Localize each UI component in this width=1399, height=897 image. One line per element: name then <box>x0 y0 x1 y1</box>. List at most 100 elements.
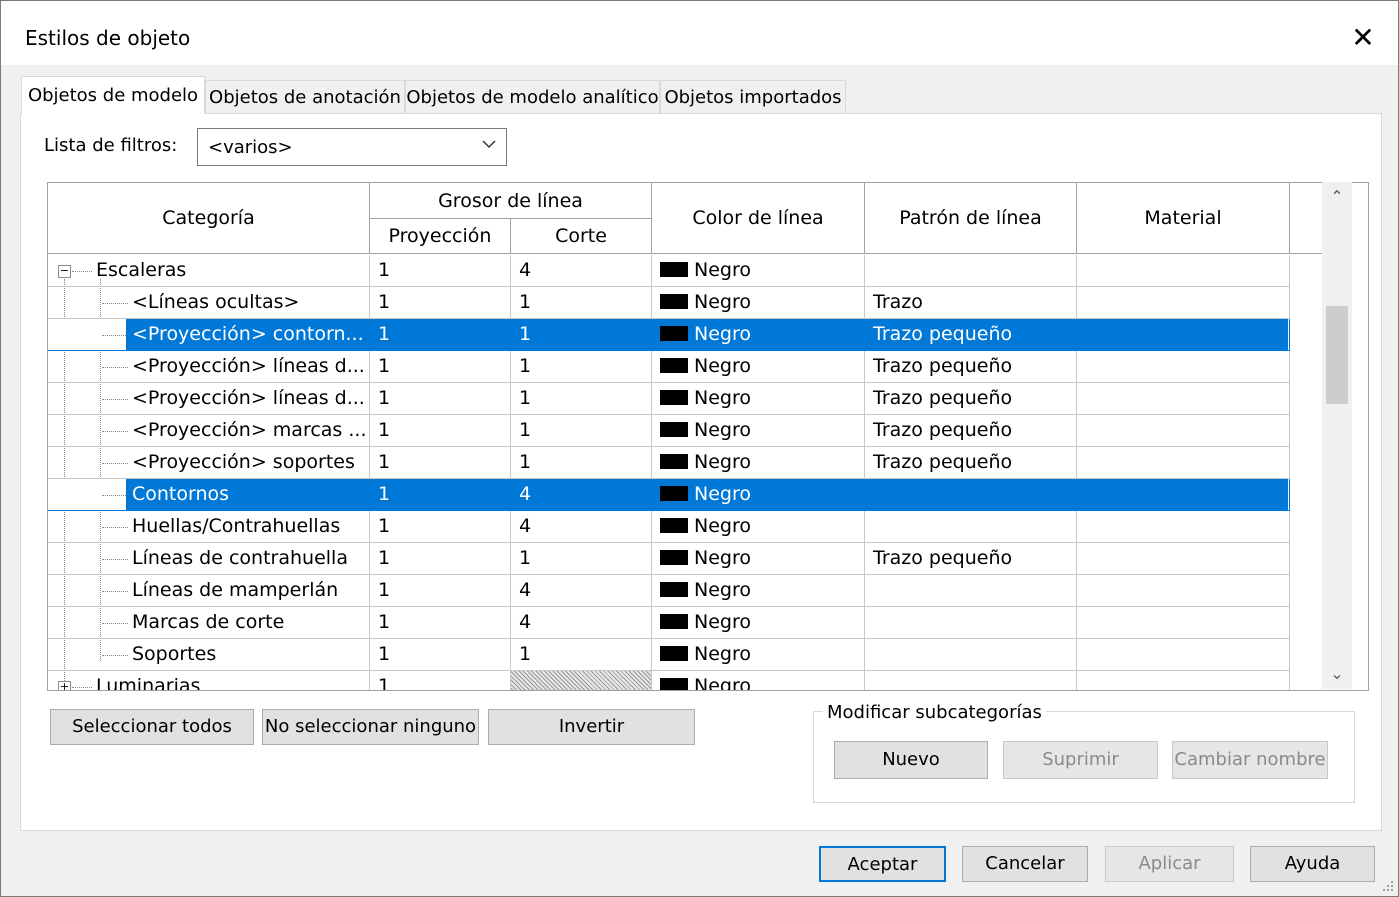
resize-grip-icon[interactable] <box>1380 878 1394 892</box>
header-line-pattern[interactable]: Patrón de línea <box>865 183 1077 254</box>
invert-button[interactable]: Invertir <box>488 709 695 745</box>
cell-material[interactable] <box>1077 479 1290 511</box>
cell-cut[interactable]: 1 <box>511 543 652 575</box>
cell-line-pattern[interactable]: Trazo pequeño <box>865 447 1077 479</box>
cell-category[interactable]: <Proyección> soportes <box>48 447 370 479</box>
cell-line-pattern[interactable]: Trazo pequeño <box>865 351 1077 383</box>
cell-category[interactable]: <Líneas ocultas> <box>48 287 370 319</box>
cell-line-color[interactable]: Negro <box>652 255 865 287</box>
table-row[interactable]: <Proyección> marcas ... 1 1 Negro Trazo pequ… <box>48 415 1290 447</box>
table-row[interactable]: − Escaleras 1 4 Negro <box>48 255 1290 287</box>
new-subcategory-button[interactable]: Nuevo <box>834 741 988 779</box>
cell-material[interactable] <box>1077 639 1290 671</box>
cell-category[interactable]: Huellas/Contrahuellas <box>48 511 370 543</box>
cell-projection[interactable]: 1 <box>370 415 511 447</box>
collapse-icon[interactable]: − <box>58 265 71 278</box>
cell-cut[interactable]: 4 <box>511 479 652 511</box>
header-cut[interactable]: Corte <box>511 219 652 254</box>
cell-material[interactable] <box>1077 255 1290 287</box>
table-row[interactable]: + Luminarias 1 Negro <box>48 671 1290 690</box>
cell-projection[interactable]: 1 <box>370 607 511 639</box>
table-row[interactable]: Líneas de mamperlán 1 4 Negro <box>48 575 1290 607</box>
cell-category[interactable]: Líneas de mamperlán <box>48 575 370 607</box>
cell-line-pattern[interactable]: Trazo pequeño <box>865 415 1077 447</box>
header-line-color[interactable]: Color de línea <box>652 183 865 254</box>
cell-cut[interactable]: 1 <box>511 639 652 671</box>
delete-subcategory-button[interactable]: Suprimir <box>1003 741 1158 779</box>
cell-line-pattern[interactable] <box>865 511 1077 543</box>
table-row[interactable]: Soportes 1 1 Negro <box>48 639 1290 671</box>
cell-line-pattern[interactable] <box>865 607 1077 639</box>
cell-material[interactable] <box>1077 575 1290 607</box>
cell-line-color[interactable]: Negro <box>652 415 865 447</box>
cell-line-color[interactable]: Negro <box>652 575 865 607</box>
tab-analytical-model-objects[interactable]: Objetos de modelo analítico <box>405 80 660 113</box>
tab-imported-objects[interactable]: Objetos importados <box>660 80 846 113</box>
cell-line-pattern[interactable] <box>865 255 1077 287</box>
cell-line-color[interactable]: Negro <box>652 543 865 575</box>
table-row[interactable]: Marcas de corte 1 4 Negro <box>48 607 1290 639</box>
cell-material[interactable] <box>1077 287 1290 319</box>
cell-category[interactable]: <Proyección> líneas d... <box>48 351 370 383</box>
cell-cut[interactable]: 4 <box>511 255 652 287</box>
cell-line-pattern[interactable] <box>865 479 1077 511</box>
expand-icon[interactable]: + <box>58 681 71 690</box>
cell-projection[interactable]: 1 <box>370 319 511 351</box>
cell-line-pattern[interactable] <box>865 671 1077 690</box>
cell-material[interactable] <box>1077 447 1290 479</box>
table-row[interactable]: Contornos 1 4 Negro <box>48 479 1290 511</box>
cell-line-color[interactable]: Negro <box>652 511 865 543</box>
grid-vertical-scrollbar[interactable]: ⌃ ⌄ <box>1322 182 1352 689</box>
table-row[interactable]: <Proyección> soportes 1 1 Negro Trazo pequeñ… <box>48 447 1290 479</box>
header-material[interactable]: Material <box>1077 183 1290 254</box>
cell-category[interactable]: + Luminarias <box>48 671 370 690</box>
cell-cut[interactable]: 1 <box>511 287 652 319</box>
rename-subcategory-button[interactable]: Cambiar nombre <box>1172 741 1328 779</box>
table-row[interactable]: <Proyección> líneas d... 1 1 Negro Trazo peq… <box>48 383 1290 415</box>
cell-projection[interactable]: 1 <box>370 575 511 607</box>
cell-line-pattern[interactable]: Trazo pequeño <box>865 319 1077 351</box>
scroll-up-icon[interactable]: ⌃ <box>1322 182 1352 212</box>
help-button[interactable]: Ayuda <box>1250 846 1375 882</box>
header-projection[interactable]: Proyección <box>370 219 511 254</box>
cell-projection[interactable]: 1 <box>370 287 511 319</box>
cell-projection[interactable]: 1 <box>370 447 511 479</box>
cell-line-color[interactable]: Negro <box>652 287 865 319</box>
cell-material[interactable] <box>1077 319 1290 351</box>
cell-cut[interactable]: 1 <box>511 319 652 351</box>
cell-cut[interactable]: 1 <box>511 447 652 479</box>
cell-cut[interactable] <box>511 671 652 690</box>
cell-projection[interactable]: 1 <box>370 383 511 415</box>
cell-line-pattern[interactable]: Trazo <box>865 287 1077 319</box>
cell-category[interactable]: <Proyección> contorn... <box>48 319 370 351</box>
cell-projection[interactable]: 1 <box>370 671 511 690</box>
cell-line-color[interactable]: Negro <box>652 383 865 415</box>
apply-button[interactable]: Aplicar <box>1105 846 1234 882</box>
cell-cut[interactable]: 1 <box>511 383 652 415</box>
cell-cut[interactable]: 1 <box>511 415 652 447</box>
cancel-button[interactable]: Cancelar <box>962 846 1088 882</box>
cell-cut[interactable]: 4 <box>511 575 652 607</box>
cell-category[interactable]: <Proyección> líneas d... <box>48 383 370 415</box>
scroll-down-icon[interactable]: ⌄ <box>1322 659 1352 689</box>
tab-annotation-objects[interactable]: Objetos de anotación <box>205 80 405 113</box>
cell-category[interactable]: Marcas de corte <box>48 607 370 639</box>
cell-material[interactable] <box>1077 511 1290 543</box>
cell-category[interactable]: − Escaleras <box>48 255 370 287</box>
table-row[interactable]: <Proyección> líneas d... 1 1 Negro Trazo peq… <box>48 351 1290 383</box>
cell-material[interactable] <box>1077 543 1290 575</box>
tab-model-objects[interactable]: Objetos de modelo <box>21 76 205 114</box>
select-all-button[interactable]: Seleccionar todos <box>50 709 254 745</box>
table-row[interactable]: <Líneas ocultas> 1 1 Negro Trazo <box>48 287 1290 319</box>
cell-line-pattern[interactable]: Trazo pequeño <box>865 543 1077 575</box>
ok-button[interactable]: Aceptar <box>819 846 946 882</box>
cell-projection[interactable]: 1 <box>370 639 511 671</box>
table-row[interactable]: <Proyección> contorn... 1 1 Negro Trazo pequ… <box>48 319 1290 351</box>
filter-list-dropdown[interactable]: <varios> <box>197 128 507 166</box>
cell-line-pattern[interactable]: Trazo pequeño <box>865 383 1077 415</box>
cell-category[interactable]: Contornos <box>48 479 370 511</box>
cell-material[interactable] <box>1077 607 1290 639</box>
cell-line-color[interactable]: Negro <box>652 639 865 671</box>
cell-line-color[interactable]: Negro <box>652 351 865 383</box>
cell-category[interactable]: <Proyección> marcas ... <box>48 415 370 447</box>
